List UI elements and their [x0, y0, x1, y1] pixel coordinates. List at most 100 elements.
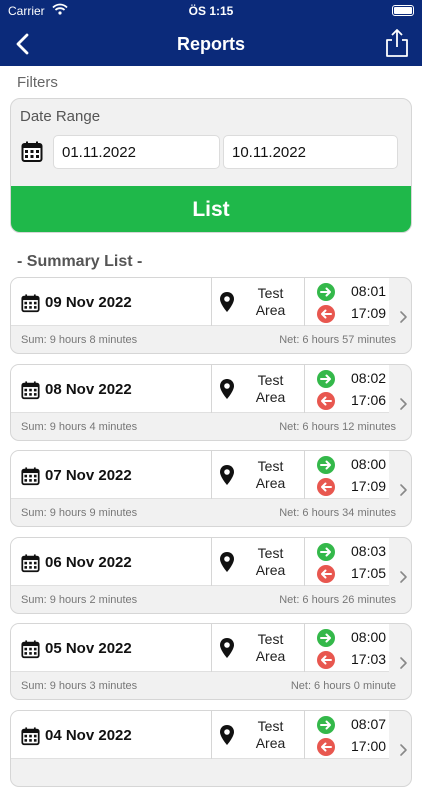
clock: ÖS 1:15: [188, 4, 234, 18]
entry-date: 05 Nov 2022: [45, 640, 132, 658]
location-pin-icon: [220, 465, 234, 486]
entry-header: 06 Nov 2022 Test Area 08:03 17:05: [11, 537, 389, 586]
check-out-time: 17:03: [351, 651, 387, 668]
check-in-arrow-icon: [317, 629, 335, 648]
divider: [211, 624, 212, 673]
chevron-right-icon: [400, 657, 407, 670]
calendar-icon: [21, 554, 40, 572]
check-in-arrow-icon: [317, 369, 335, 388]
net-hours: Net: 6 hours 12 minutes: [279, 420, 396, 433]
location-pin-icon: [220, 725, 234, 745]
sum-hours: Sum: 9 hours 8 minutes: [21, 334, 138, 346]
chevron-right-icon: [400, 397, 407, 410]
check-out-arrow-icon: [317, 738, 335, 756]
divider: [304, 624, 305, 673]
entry-location: Test Area: [243, 285, 298, 319]
report-entry[interactable]: 05 Nov 2022 Test Area 08:00 17:03 Sum: 9…: [10, 623, 412, 701]
chevron-right-icon: [400, 484, 407, 496]
location-line-1: Test: [257, 718, 284, 734]
check-out-time: 17:06: [351, 391, 387, 408]
check-out-arrow-icon: [317, 651, 335, 670]
location-line-1: Test: [257, 631, 284, 648]
calendar-icon: [21, 141, 43, 162]
report-entry[interactable]: 04 Nov 2022 Test Area 08:07 17:00: [10, 710, 412, 787]
entry-date: 08 Nov 2022: [45, 380, 132, 398]
chevron-right-icon: [400, 744, 407, 756]
sum-hours: Sum: 9 hours 9 minutes: [21, 507, 138, 520]
check-out-time: 17:09: [351, 305, 387, 321]
check-out-time: 17:05: [351, 564, 387, 581]
net-hours: Net: 6 hours 26 minutes: [279, 593, 396, 606]
entry-date: 07 Nov 2022: [45, 467, 132, 485]
report-entry[interactable]: 08 Nov 2022 Test Area 08:02 17:06 Sum: 9…: [10, 363, 412, 441]
entry-header: 05 Nov 2022 Test Area 08:00 17:03: [11, 624, 389, 673]
sum-hours: Sum: 9 hours 2 minutes: [21, 593, 138, 606]
summary-list-title: - Summary List -: [17, 253, 143, 270]
entry-location: Test Area: [243, 631, 298, 665]
check-in-time: 08:01: [351, 283, 387, 299]
location-line-1: Test: [257, 371, 284, 388]
net-hours: Net: 6 hours 34 minutes: [279, 507, 396, 520]
check-in-time: 08:00: [351, 629, 387, 646]
location-line-1: Test: [257, 285, 284, 301]
chevron-right-icon: [400, 570, 407, 583]
report-entry[interactable]: 07 Nov 2022 Test Area 08:00 17:09 Sum: 9…: [10, 450, 412, 528]
divider: [304, 278, 305, 326]
entry-header: 07 Nov 2022 Test Area 08:00 17:09: [11, 451, 389, 500]
location-line-2: Area: [255, 475, 286, 492]
check-out-arrow-icon: [317, 564, 335, 583]
filters-label: Filters: [17, 74, 58, 91]
report-entry[interactable]: 09 Nov 2022 Test Area 08:01 17:09 Sum: 9…: [10, 277, 412, 354]
entry-header: 04 Nov 2022 Test Area 08:07 17:00: [11, 711, 389, 759]
end-date-field[interactable]: 10.11.2022: [223, 135, 398, 169]
report-entry[interactable]: 06 Nov 2022 Test Area 08:03 17:05 Sum: 9…: [10, 536, 412, 614]
check-in-time: 08:00: [351, 456, 387, 473]
location-line-2: Area: [255, 302, 286, 318]
page-title: Reports: [176, 34, 245, 54]
divider: [304, 364, 305, 413]
entry-header: 09 Nov 2022 Test Area 08:01 17:09: [11, 278, 389, 326]
check-out-time: 17:00: [351, 738, 387, 754]
net-hours: Net: 6 hours 0 minute: [290, 680, 396, 693]
entry-date: 04 Nov 2022: [45, 727, 132, 744]
location-line-1: Test: [257, 458, 284, 475]
check-in-arrow-icon: [317, 456, 335, 475]
location-pin-icon: [220, 378, 234, 399]
divider: [211, 537, 212, 586]
check-in-time: 08:07: [351, 716, 387, 732]
entry-location: Test Area: [243, 458, 298, 492]
check-in-time: 08:03: [351, 542, 387, 559]
location-line-2: Area: [255, 735, 286, 751]
check-in-time: 08:02: [351, 369, 387, 386]
location-line-1: Test: [257, 544, 284, 561]
navigation-bar: Reports: [0, 22, 422, 66]
check-in-arrow-icon: [317, 716, 335, 734]
status-bar: Carrier ÖS 1:15: [0, 0, 422, 22]
check-out-arrow-icon: [317, 391, 335, 410]
location-line-2: Area: [255, 648, 286, 665]
check-in-arrow-icon: [317, 283, 335, 301]
check-out-time: 17:09: [351, 478, 387, 495]
location-pin-icon: [220, 551, 234, 572]
list-button[interactable]: List: [11, 186, 411, 232]
filter-panel: Date Range 01.11.2022 10.11.2022 List: [10, 98, 412, 233]
date-range-label: Date Range: [20, 108, 101, 125]
sum-hours: Sum: 9 hours 3 minutes: [21, 680, 138, 693]
net-hours: Net: 6 hours 57 minutes: [279, 334, 396, 346]
divider: [304, 451, 305, 500]
entry-date: 06 Nov 2022: [45, 553, 132, 571]
location-line-2: Area: [255, 561, 286, 578]
battery-icon: [392, 5, 414, 16]
divider: [211, 364, 212, 413]
entry-location: Test Area: [243, 545, 298, 579]
location-pin-icon: [220, 292, 234, 312]
calendar-icon: [21, 727, 40, 746]
divider: [304, 537, 305, 586]
share-icon[interactable]: [384, 28, 410, 58]
divider: [211, 711, 212, 759]
calendar-icon: [21, 640, 40, 659]
start-date-field[interactable]: 01.11.2022: [53, 135, 220, 169]
divider: [211, 451, 212, 500]
calendar-icon: [21, 381, 40, 399]
entry-location: Test Area: [243, 718, 298, 752]
